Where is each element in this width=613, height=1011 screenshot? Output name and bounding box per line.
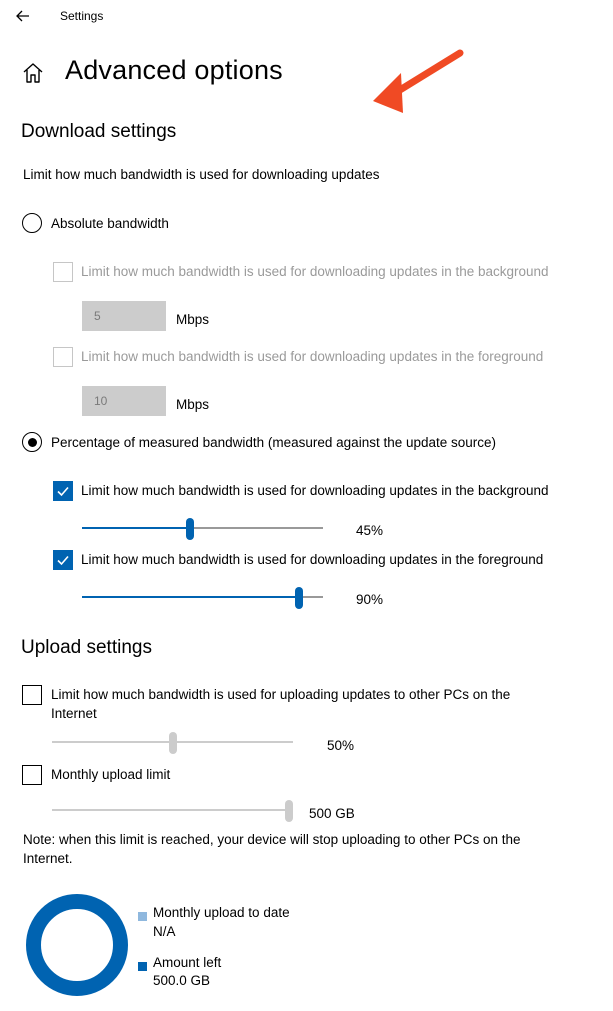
page-title: Advanced options xyxy=(65,55,283,85)
percentage-background-checkbox[interactable] xyxy=(53,481,73,501)
absolute-bandwidth-label: Absolute bandwidth xyxy=(51,216,169,231)
checkmark-icon xyxy=(57,555,69,566)
upload-internet-label-line2: Internet xyxy=(51,706,97,721)
percentage-bandwidth-radio[interactable] xyxy=(22,432,42,452)
slider-fill xyxy=(82,527,190,529)
monthly-upload-value: 500 GB xyxy=(309,806,355,821)
absolute-bandwidth-radio[interactable] xyxy=(22,213,42,233)
checkmark-icon xyxy=(57,486,69,497)
slider-thumb[interactable] xyxy=(186,518,194,540)
slider-thumb[interactable] xyxy=(295,587,303,609)
percentage-foreground-label: Limit how much bandwidth is used for dow… xyxy=(81,552,544,567)
upload-internet-label-line1: Limit how much bandwidth is used for upl… xyxy=(51,687,511,702)
absolute-foreground-input[interactable]: 10 xyxy=(82,386,166,416)
home-icon[interactable] xyxy=(20,60,46,86)
upload-settings-heading: Upload settings xyxy=(21,637,152,658)
percentage-bandwidth-label: Percentage of measured bandwidth (measur… xyxy=(51,435,497,450)
background-percent-value: 45% xyxy=(356,523,384,538)
absolute-background-input[interactable]: 5 xyxy=(82,301,166,331)
foreground-percent-value: 90% xyxy=(356,592,384,607)
upload-internet-slider[interactable] xyxy=(52,732,293,754)
legend-label-amount-left: Amount left xyxy=(153,955,222,970)
legend-swatch-amount-left xyxy=(138,962,147,971)
window-title: Settings xyxy=(60,9,104,23)
percentage-background-label: Limit how much bandwidth is used for dow… xyxy=(81,483,549,498)
upload-internet-checkbox[interactable] xyxy=(22,685,42,705)
monthly-upload-slider[interactable] xyxy=(52,800,293,822)
radio-selected-dot xyxy=(27,437,37,447)
absolute-foreground-checkbox[interactable] xyxy=(53,347,73,367)
absolute-foreground-label: Limit how much bandwidth is used for dow… xyxy=(81,349,544,364)
percentage-foreground-checkbox[interactable] xyxy=(53,550,73,570)
background-bandwidth-slider[interactable] xyxy=(82,518,323,540)
slider-thumb[interactable] xyxy=(169,732,177,754)
foreground-bandwidth-slider[interactable] xyxy=(82,587,323,609)
back-arrow-icon xyxy=(16,10,29,22)
donut-amount-left-ring xyxy=(26,894,128,996)
legend-value-upload-to-date: N/A xyxy=(153,924,176,939)
legend-label-upload-to-date: Monthly upload to date xyxy=(153,905,290,920)
download-description: Limit how much bandwidth is used for dow… xyxy=(23,167,380,182)
annotation-arrow-icon xyxy=(373,49,464,113)
back-button[interactable] xyxy=(10,4,36,28)
monthly-upload-label: Monthly upload limit xyxy=(51,767,171,782)
upload-note-line2: Internet. xyxy=(23,851,73,866)
absolute-background-label: Limit how much bandwidth is used for dow… xyxy=(81,264,549,279)
absolute-background-checkbox[interactable] xyxy=(53,262,73,282)
upload-usage-donut xyxy=(26,894,128,996)
legend-swatch-upload-to-date xyxy=(138,912,147,921)
upload-internet-value: 50% xyxy=(327,738,355,753)
legend-value-amount-left: 500.0 GB xyxy=(153,973,211,988)
monthly-upload-checkbox[interactable] xyxy=(22,765,42,785)
absolute-background-unit: Mbps xyxy=(176,312,210,327)
slider-track xyxy=(52,809,293,811)
upload-note-line1: Note: when this limit is reached, your d… xyxy=(23,832,521,847)
slider-fill xyxy=(82,596,299,598)
absolute-foreground-unit: Mbps xyxy=(176,397,210,412)
slider-thumb[interactable] xyxy=(285,800,293,822)
download-settings-heading: Download settings xyxy=(21,121,177,142)
